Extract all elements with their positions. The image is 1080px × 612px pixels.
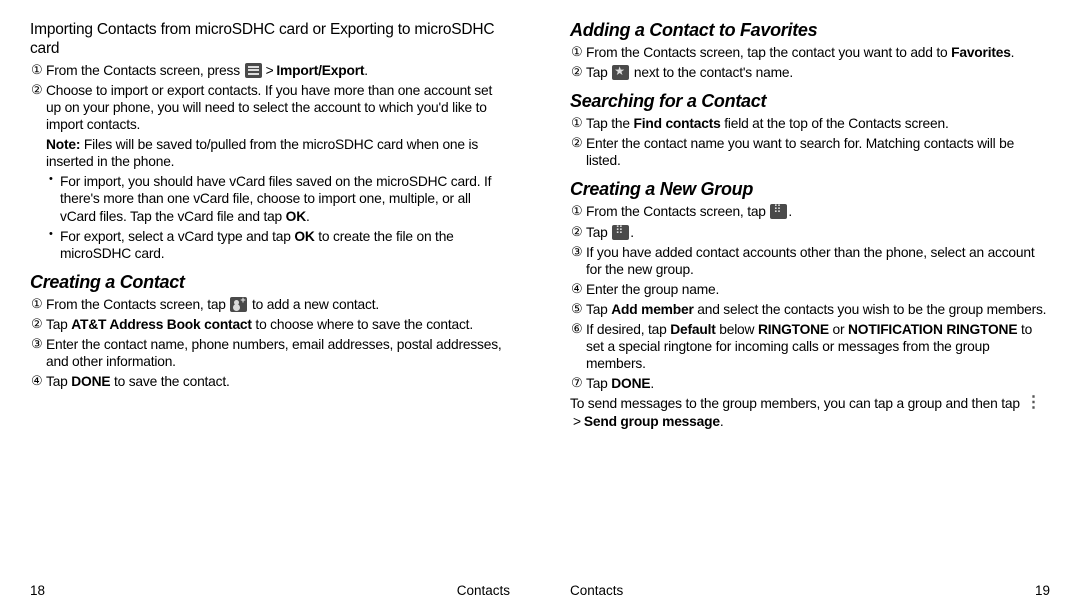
heading-creating-contact: Creating a Contact (30, 272, 510, 293)
page-number: 19 (1035, 583, 1050, 598)
step-1: From the Contacts screen, tap to add a n… (46, 296, 510, 313)
bullets-import-export: For import, you should have vCard files … (30, 173, 510, 261)
text: From the Contacts screen, tap (586, 204, 769, 219)
text-2: next to the contact's name. (630, 65, 793, 80)
period: . (788, 204, 792, 219)
bold-done: DONE (71, 374, 110, 389)
text: From the Contacts screen, tap (46, 297, 229, 312)
step-3: If you have added contact accounts other… (586, 244, 1050, 278)
bullet-export: For export, select a vCard type and tap … (60, 228, 510, 262)
step-2: Enter the contact name you want to searc… (586, 135, 1050, 169)
steps-creating-contact: From the Contacts screen, tap to add a n… (30, 296, 510, 390)
overflow-menu-icon (1024, 396, 1034, 411)
period: . (650, 376, 654, 391)
separator: > (266, 63, 274, 78)
text-2: to add a new contact. (248, 297, 379, 312)
step-5: Tap Add member and select the contacts y… (586, 301, 1050, 318)
page-left: Importing Contacts from microSDHC card o… (0, 0, 540, 612)
step-4: Tap DONE to save the contact. (46, 373, 510, 390)
period: . (364, 63, 368, 78)
para-send-group-message: To send messages to the group members, y… (570, 395, 1050, 429)
note-text: Files will be saved to/pulled from the m… (46, 137, 478, 169)
period: . (1011, 45, 1015, 60)
text-2: and select the contacts you wish to be t… (694, 302, 1047, 317)
bold-default: Default (670, 322, 715, 337)
text: Tap (46, 317, 71, 332)
note-label: Note: (46, 137, 80, 152)
footer-section-label: Contacts (570, 583, 623, 598)
steps-favorites: From the Contacts screen, tap the contac… (570, 44, 1050, 81)
page-right-content: Adding a Contact to Favorites From the C… (570, 20, 1050, 577)
separator: > (573, 414, 581, 429)
group-icon (770, 204, 787, 219)
text-3: or (829, 322, 848, 337)
footer-right: Contacts 19 (570, 577, 1050, 598)
page-number: 18 (30, 583, 45, 598)
bold-att-address-book: AT&T Address Book contact (71, 317, 252, 332)
text: Tap (586, 302, 611, 317)
bold-favorites: Favorites (951, 45, 1011, 60)
steps-search: Tap the Find contacts field at the top o… (570, 115, 1050, 169)
text: For import, you should have vCard files … (60, 174, 491, 223)
note: Note: Files will be saved to/pulled from… (46, 136, 510, 170)
page-right: Adding a Contact to Favorites From the C… (540, 0, 1080, 612)
bold-notification-ringtone: NOTIFICATION RINGTONE (848, 322, 1017, 337)
step-2: Tap next to the contact's name. (586, 64, 1050, 81)
step-1: From the Contacts screen, tap . (586, 203, 1050, 220)
heading-new-group: Creating a New Group (570, 179, 1050, 200)
text: For export, select a vCard type and tap (60, 229, 294, 244)
heading-search: Searching for a Contact (570, 91, 1050, 112)
bullet-import: For import, you should have vCard files … (60, 173, 510, 224)
page-left-content: Importing Contacts from microSDHC card o… (30, 20, 510, 577)
text: Tap (46, 374, 71, 389)
add-contact-icon (230, 297, 247, 312)
bold-ok: OK (286, 209, 306, 224)
step-6: If desired, tap Default below RINGTONE o… (586, 321, 1050, 372)
text-2: field at the top of the Contacts screen. (721, 116, 949, 131)
period: . (630, 225, 634, 240)
spread: Importing Contacts from microSDHC card o… (0, 0, 1080, 612)
group-new-icon (612, 225, 629, 240)
bold-ok: OK (294, 229, 314, 244)
text: To send messages to the group members, y… (570, 396, 1023, 411)
text-2: to choose where to save the contact. (252, 317, 473, 332)
step-1: From the Contacts screen, press >Import/… (46, 62, 510, 79)
text: Tap (586, 376, 611, 391)
text: If desired, tap (586, 322, 670, 337)
bold-add-member: Add member (611, 302, 693, 317)
bold-ringtone: RINGTONE (758, 322, 829, 337)
text: From the Contacts screen, tap the contac… (586, 45, 951, 60)
period: . (306, 209, 310, 224)
bold-import-export: Import/Export (276, 63, 364, 78)
heading-favorites: Adding a Contact to Favorites (570, 20, 1050, 41)
text: Tap (586, 225, 611, 240)
footer-left: 18 Contacts (30, 577, 510, 598)
step-2: Tap . (586, 224, 1050, 241)
footer-section-label: Contacts (457, 583, 510, 598)
steps-new-group: From the Contacts screen, tap . Tap . If… (570, 203, 1050, 392)
bold-done: DONE (611, 376, 650, 391)
menu-icon (245, 63, 262, 78)
step-4: Enter the group name. (586, 281, 1050, 298)
star-icon (612, 65, 629, 80)
step-3: Enter the contact name, phone numbers, e… (46, 336, 510, 370)
step-1: From the Contacts screen, tap the contac… (586, 44, 1050, 61)
text-2: below (716, 322, 758, 337)
period: . (720, 414, 724, 429)
text: Tap the (586, 116, 634, 131)
step-2: Tap AT&T Address Book contact to choose … (46, 316, 510, 333)
text: From the Contacts screen, press (46, 63, 244, 78)
steps-import-export: From the Contacts screen, press >Import/… (30, 62, 510, 133)
step-2: Choose to import or export contacts. If … (46, 82, 510, 133)
step-1: Tap the Find contacts field at the top o… (586, 115, 1050, 132)
step-7: Tap DONE. (586, 375, 1050, 392)
text: Tap (586, 65, 611, 80)
text-2: to save the contact. (110, 374, 229, 389)
heading-import-export: Importing Contacts from microSDHC card o… (30, 20, 510, 59)
bold-find-contacts: Find contacts (634, 116, 721, 131)
bold-send-group-message: Send group message (584, 414, 720, 429)
